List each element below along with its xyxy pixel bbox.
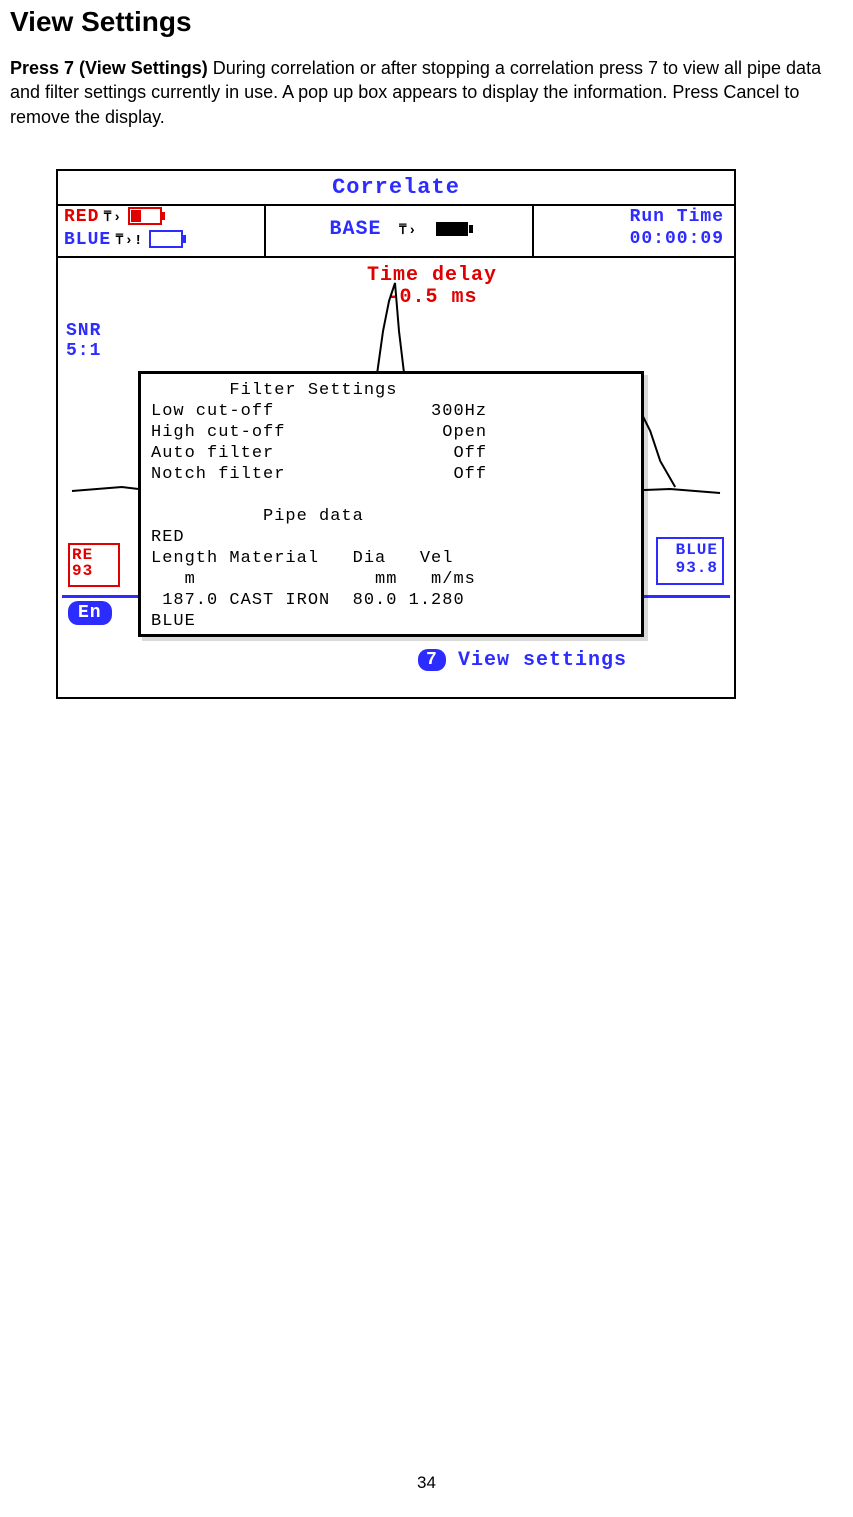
status-mid: BASE ⍑› bbox=[266, 206, 532, 256]
base-label: BASE bbox=[330, 218, 382, 241]
section-paragraph: Press 7 (View Settings) During correlati… bbox=[10, 56, 843, 129]
blue-box-top: BLUE bbox=[662, 541, 718, 559]
red-label: RED bbox=[64, 207, 99, 227]
device-screenshot: Correlate RED⍑› BLUE⍑›! BASE ⍑› Run Time… bbox=[56, 169, 736, 699]
blue-distance-box: BLUE 93.8 bbox=[656, 537, 724, 585]
status-bar: RED⍑› BLUE⍑›! BASE ⍑› Run Time 00:00:09 bbox=[58, 204, 734, 258]
red-box-top: RE bbox=[72, 547, 116, 563]
runtime-value: 00:00:09 bbox=[534, 228, 724, 250]
battery-base-icon bbox=[436, 222, 468, 236]
blue-box-bot: 93.8 bbox=[662, 559, 718, 577]
red-box-bot: 93 bbox=[72, 563, 116, 579]
battery-blue-icon bbox=[149, 230, 183, 248]
blue-label: BLUE bbox=[64, 230, 111, 250]
view-settings-softkey-label: View settings bbox=[458, 649, 627, 672]
battery-red-icon bbox=[128, 207, 162, 225]
settings-popup: Filter Settings Low cut-off 300Hz High c… bbox=[138, 371, 644, 637]
status-left: RED⍑› BLUE⍑›! bbox=[58, 206, 266, 256]
antenna-icon: ⍑›! bbox=[115, 230, 143, 252]
screen-title: Correlate bbox=[58, 171, 734, 200]
antenna-icon: ⍑› bbox=[399, 207, 418, 255]
antenna-icon: ⍑› bbox=[103, 207, 122, 229]
section-heading: View Settings bbox=[10, 6, 843, 38]
runtime-label: Run Time bbox=[534, 206, 724, 228]
popup-content: Filter Settings Low cut-off 300Hz High c… bbox=[151, 380, 631, 632]
seven-softkey[interactable]: 7 bbox=[418, 649, 446, 671]
red-distance-box: RE 93 bbox=[68, 543, 120, 587]
page-number: 34 bbox=[0, 1473, 853, 1493]
para-bold: Press 7 (View Settings) bbox=[10, 58, 208, 78]
enter-softkey[interactable]: En bbox=[68, 601, 112, 625]
status-right: Run Time 00:00:09 bbox=[532, 206, 734, 256]
